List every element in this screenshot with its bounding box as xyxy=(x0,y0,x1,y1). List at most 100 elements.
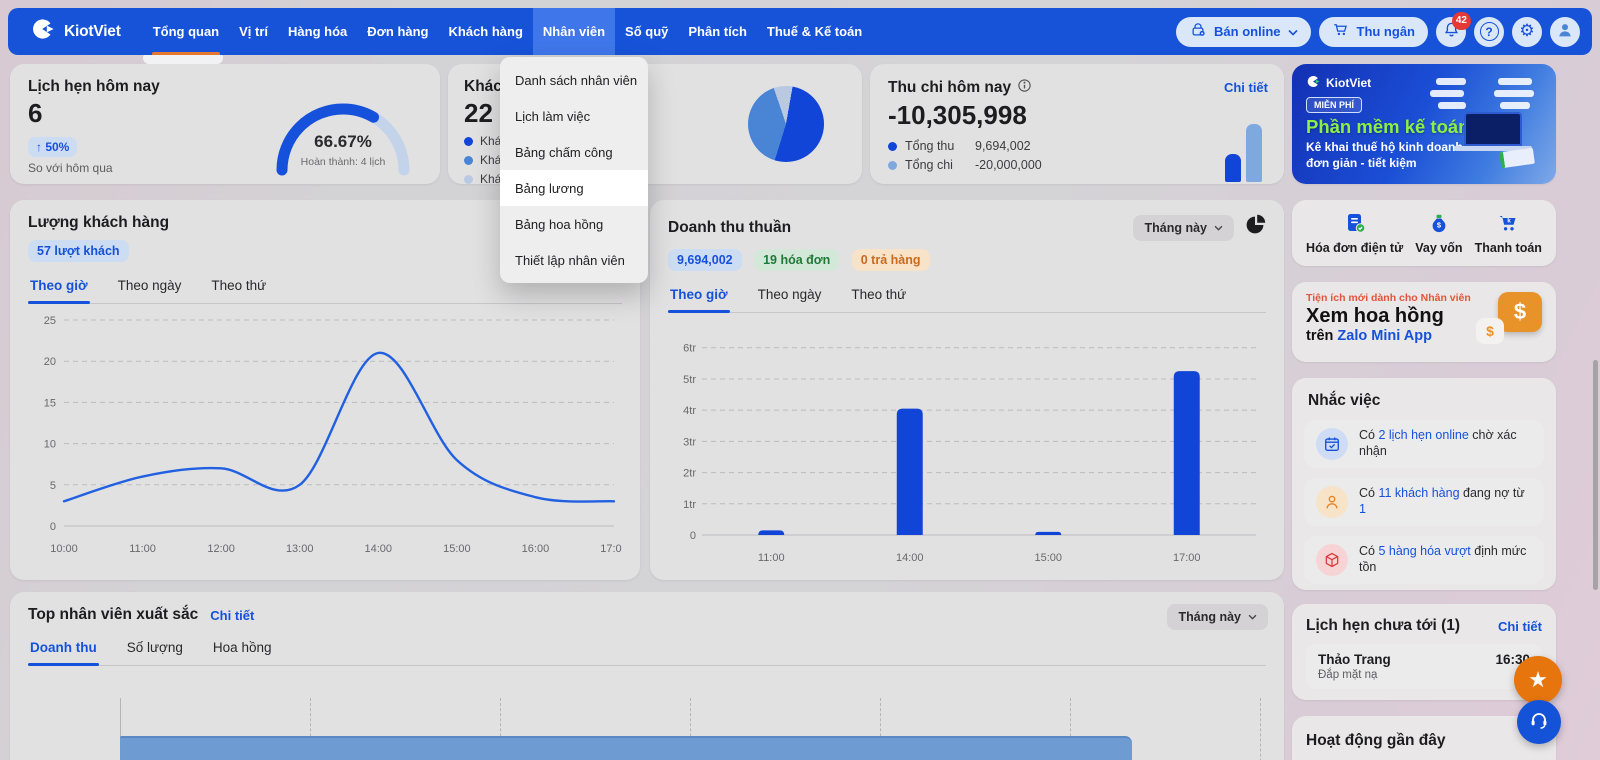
svg-text:10: 10 xyxy=(44,439,56,451)
appointment-row[interactable]: Thảo Trang 16:30 Đắp mặt nạ xyxy=(1306,644,1542,689)
nav-item-thue-ke-toan[interactable]: Thuế & Kế toán xyxy=(757,8,872,55)
menu-item-bang-hoa-hong[interactable]: Bảng hoa hồng xyxy=(500,206,648,242)
menu-item-danh-sach-nhan-vien[interactable]: Danh sách nhân viên xyxy=(500,62,648,98)
shortcut-payment[interactable]: k Thanh toán xyxy=(1475,211,1542,255)
support-fab[interactable] xyxy=(1517,700,1561,744)
page-scrollbar[interactable] xyxy=(1593,360,1598,590)
reminder-text: Có xyxy=(1359,486,1379,501)
menu-item-bang-cham-cong[interactable]: Bảng chấm công xyxy=(500,134,648,170)
promo-banner[interactable]: KiotViet MIỄN PHÍ Phần mềm kế toán Kê kh… xyxy=(1292,64,1556,184)
avatar-icon xyxy=(1555,20,1575,43)
nav-item-so-quy[interactable]: Số quỹ xyxy=(615,8,678,55)
zalo-link[interactable]: Zalo Mini App xyxy=(1337,328,1432,344)
ban-online-button[interactable]: Bán online xyxy=(1176,16,1311,47)
nav-item-hang-hoa[interactable]: Hàng hóa xyxy=(278,8,357,55)
nav-item-tong-quan[interactable]: Tổng quan xyxy=(143,8,229,55)
top-staff-card: Top nhân viên xuất sắc Chi tiết Tháng nà… xyxy=(10,592,1284,760)
brand[interactable]: KiotViet xyxy=(30,16,121,47)
svg-text:0: 0 xyxy=(690,530,696,542)
tab-doanh-thu[interactable]: Doanh thu xyxy=(28,633,99,666)
svg-text:20: 20 xyxy=(44,356,56,368)
menu-item-thiet-lap-nhan-vien[interactable]: Thiết lập nhân viên xyxy=(500,242,648,278)
info-icon[interactable] xyxy=(1017,78,1032,98)
svg-text:1tr: 1tr xyxy=(683,499,696,511)
shortcut-label: Vay vốn xyxy=(1415,241,1463,255)
settings-button[interactable]: ⚙ xyxy=(1512,16,1542,47)
thu-bar xyxy=(1225,154,1241,182)
tab-theo-gio[interactable]: Theo giờ xyxy=(28,271,90,304)
top-staff-detail-link[interactable]: Chi tiết xyxy=(210,608,254,623)
thu-ngan-button[interactable]: Thu ngân xyxy=(1318,16,1428,47)
nav-item-phan-tich[interactable]: Phân tích xyxy=(678,8,757,55)
reminder-appointments[interactable]: Có 2 lịch hẹn online chờ xác nhận xyxy=(1304,420,1544,468)
zalo-pre: trên xyxy=(1306,328,1338,344)
dollar-bubble-icon: $ xyxy=(1498,292,1542,332)
shortcuts-card: Hóa đơn điện tử $ Vay vốn k Thanh toán xyxy=(1292,200,1556,266)
nav-item-vi-tri[interactable]: Vị trí xyxy=(229,8,278,55)
help-button[interactable]: ? xyxy=(1474,16,1504,47)
zalo-commission-banner[interactable]: Tiện ích mới dành cho Nhân viên Xem hoa … xyxy=(1292,282,1556,362)
menu-item-lich-lam-viec[interactable]: Lịch làm việc xyxy=(500,98,648,134)
notifications-button[interactable]: 42 xyxy=(1436,11,1471,47)
upcoming-detail-link[interactable]: Chi tiết xyxy=(1498,619,1542,634)
svg-text:4tr: 4tr xyxy=(683,405,696,417)
reminder-link: 1 xyxy=(1359,502,1366,516)
cashflow-row: Tổng thu 9,694,002 xyxy=(888,139,1266,153)
pie-chart-toggle-icon[interactable] xyxy=(1244,214,1266,241)
svg-text:5: 5 xyxy=(50,480,56,492)
nav-item-don-hang[interactable]: Đơn hàng xyxy=(357,8,438,55)
nav-item-nhan-vien[interactable]: Nhân viên xyxy=(532,8,616,55)
banner-illustration xyxy=(1430,78,1546,170)
nav-item-khach-hang[interactable]: Khách hàng xyxy=(439,8,533,55)
tab-theo-ngay[interactable]: Theo ngày xyxy=(756,280,824,312)
section-title: Doanh thu thuần xyxy=(668,218,792,236)
reminder-debt[interactable]: Có 11 khách hàng đang nợ từ 1 xyxy=(1304,478,1544,526)
reminder-text: Có xyxy=(1359,544,1379,559)
account-button[interactable] xyxy=(1550,16,1580,47)
shortcut-loan[interactable]: $ Vay vốn xyxy=(1415,211,1463,255)
period-select[interactable]: Tháng này xyxy=(1167,604,1268,630)
headset-icon xyxy=(1527,708,1551,737)
shortcut-e-invoice[interactable]: Hóa đơn điện tử xyxy=(1306,211,1403,255)
svg-text:17:00: 17:00 xyxy=(1173,552,1201,564)
delta-badge: ↑ 50% xyxy=(28,137,78,157)
section-title: Top nhân viên xuất sắc xyxy=(28,606,199,623)
reminders-card: Nhắc việc Có 2 lịch hẹn online chờ xác n… xyxy=(1292,378,1556,590)
ban-online-label: Bán online xyxy=(1214,24,1281,39)
nhan-vien-dropdown: Danh sách nhân viên Lịch làm việc Bảng c… xyxy=(500,57,648,283)
svg-text:15:00: 15:00 xyxy=(443,543,471,555)
revenue-tabs: Theo giờ Theo ngày Theo thứ xyxy=(668,280,1266,313)
completion-gauge: 66.67% Hoàn thành: 4 lịch xyxy=(268,100,418,178)
section-title: Lịch hẹn chưa tới (1) xyxy=(1306,617,1461,634)
tab-so-luong[interactable]: Số lượng xyxy=(125,633,185,665)
tab-theo-thu[interactable]: Theo thứ xyxy=(209,271,268,303)
e-invoice-icon xyxy=(1343,211,1367,238)
reminder-stock[interactable]: Có 5 hàng hóa vượt định mức tồn xyxy=(1304,536,1544,584)
svg-text:11:00: 11:00 xyxy=(129,543,156,555)
period-select[interactable]: Tháng này xyxy=(1133,214,1234,241)
tab-theo-thu[interactable]: Theo thứ xyxy=(849,280,908,312)
reminder-link: 2 lịch hẹn online xyxy=(1378,428,1469,443)
nav-menu: Tổng quan Vị trí Hàng hóa Đơn hàng Khách… xyxy=(143,8,873,55)
shortcut-label: Hóa đơn điện tử xyxy=(1306,241,1404,255)
rating-fab[interactable]: ★ xyxy=(1514,656,1562,704)
tab-theo-ngay[interactable]: Theo ngày xyxy=(116,271,184,303)
row-value: -20,000,000 xyxy=(975,158,1042,172)
row-value: 9,694,002 xyxy=(975,139,1031,153)
svg-text:3tr: 3tr xyxy=(683,436,696,448)
top-staff-tabs: Doanh thu Số lượng Hoa hồng xyxy=(28,633,1266,666)
tab-theo-gio[interactable]: Theo giờ xyxy=(668,280,730,313)
svg-text:13:00: 13:00 xyxy=(286,543,314,555)
service-name: Đắp mặt nạ xyxy=(1318,669,1378,681)
menu-item-bang-luong[interactable]: Bảng lương xyxy=(500,170,648,206)
loan-icon: $ xyxy=(1427,211,1451,238)
section-title: Hoạt động gần đây xyxy=(1306,732,1446,749)
gauge-caption: Hoàn thành: 4 lịch xyxy=(300,156,386,168)
cashflow-total: -10,305,998 xyxy=(888,100,1027,130)
reminder-text: Có xyxy=(1359,428,1379,443)
tab-hoa-hong[interactable]: Hoa hồng xyxy=(211,633,274,665)
revenue-bar-chart: 0 1tr 2tr 3tr 4tr 5tr 6tr 11:00 14:00 15:00 17:00 xyxy=(683,343,1256,564)
svg-text:k: k xyxy=(1507,217,1511,224)
svg-text:2tr: 2tr xyxy=(683,468,696,480)
cashflow-detail-link[interactable]: Chi tiết xyxy=(1224,80,1268,95)
